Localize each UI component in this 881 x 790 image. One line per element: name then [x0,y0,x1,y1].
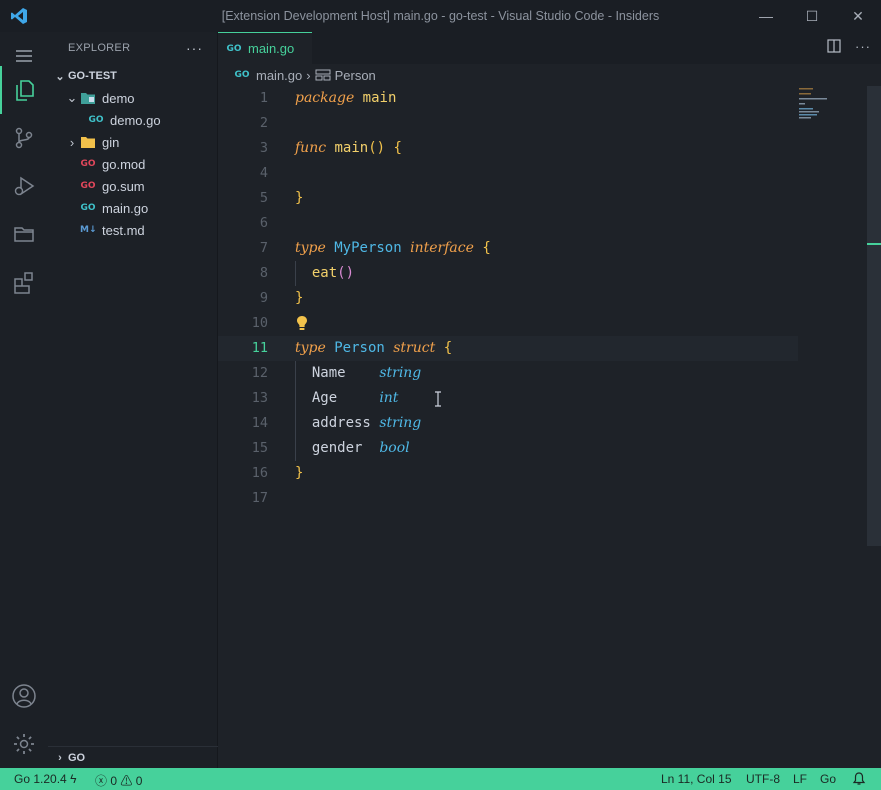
code-line[interactable]: 6 [218,211,798,236]
account-icon[interactable] [0,672,48,720]
folder-icon[interactable] [0,210,48,258]
go-section[interactable]: › GO [48,746,221,769]
code-editor[interactable]: 1 package main 2 3 func main() { 4 5} 6 7t… [218,86,881,768]
chevron-right-icon: › [58,752,62,764]
breadcrumb-symbol[interactable]: Person [335,68,376,83]
tree-item-demo[interactable]: ⌄ demo [48,87,233,109]
run-debug-icon[interactable] [0,162,48,210]
minimap[interactable] [799,86,871,186]
project-section[interactable]: ⌄ GO-TEST [48,65,221,87]
notifications-bell-icon[interactable] [852,772,866,786]
editor-actions: ··· [827,39,871,54]
split-editor-icon[interactable] [827,39,841,53]
breadcrumb-file[interactable]: main.go [256,68,302,83]
tree-item-gin[interactable]: › gin [48,131,233,153]
close-button[interactable]: ✕ [835,0,881,32]
go-file-icon: GO [234,70,250,80]
text-cursor-icon [435,391,441,407]
problems-status[interactable]: ⓧ 0 ⚠ 0 [95,772,142,789]
markdown-icon: M↓ [80,225,97,235]
maximize-button[interactable]: ☐ [789,0,835,32]
breadcrumb: GO main.go › Person [218,64,881,86]
eol-status[interactable]: LF [793,772,807,786]
code-line[interactable]: 1 package main [218,86,798,111]
go-file-icon: GO [226,43,242,54]
chevron-down-icon: ⌄ [66,90,78,105]
activity-bar [0,32,49,768]
folder-icon [81,137,95,148]
indent-guide [295,261,296,286]
go-version-status[interactable]: Go 1.20.4 ϟ [14,772,76,786]
code-line[interactable]: 14 address string [218,411,798,436]
code-line[interactable]: 2 [218,111,798,136]
cursor-position-status[interactable]: Ln 11, Col 15 [661,772,732,786]
more-actions-icon[interactable]: ··· [186,40,203,56]
code-line[interactable]: 12 Name string [218,361,798,386]
indent-guide [295,361,296,461]
code-line[interactable]: 16} [218,461,798,486]
status-bar: Go 1.20.4 ϟ ⓧ 0 ⚠ 0 Ln 11, Col 15 UTF-8 … [0,768,881,790]
settings-gear-icon[interactable] [0,720,48,768]
code-line[interactable]: 3 func main() { [218,136,798,161]
source-control-icon[interactable] [0,114,48,162]
explorer-icon[interactable] [0,66,48,114]
lightning-icon: ϟ [70,772,77,786]
code-line[interactable]: 8 eat() [218,261,798,286]
explorer-header: EXPLORER ··· [68,40,203,56]
language-mode-status[interactable]: Go [820,772,836,786]
warning-icon: ⚠ [120,774,133,788]
minimize-button[interactable]: — [743,0,789,32]
folder-open-icon [81,93,95,104]
code-line[interactable]: 7 type MyPerson interface { [218,236,798,261]
go-sum-icon: GO [80,181,96,191]
chevron-right-icon: › [306,67,311,83]
code-line[interactable]: 17 [218,486,798,511]
editor-area: GO main.go ··· GO main.go › Person 1 pack… [218,32,881,768]
code-line[interactable]: 13 Age int [218,386,798,411]
chevron-down-icon: ⌄ [55,70,65,83]
chevron-right-icon: › [69,134,75,150]
code-line[interactable]: 9} [218,286,798,311]
extensions-icon[interactable] [0,258,48,306]
go-mod-icon: GO [80,159,96,169]
error-icon: ⓧ [95,774,108,788]
explorer-sidebar: EXPLORER ··· ⌄ GO-TEST ⌄ demo GO demo.go… [48,32,221,769]
struct-symbol-icon [315,69,331,81]
more-actions-icon[interactable]: ··· [855,39,871,54]
title-bar: [Extension Development Host] main.go - g… [0,0,881,32]
go-file-icon: GO [88,115,104,125]
scrollbar-cursor-marker [867,243,881,245]
code-line[interactable]: 15 gender bool [218,436,798,461]
tab-main-go[interactable]: GO main.go [218,32,312,64]
code-line-current[interactable]: 11 type Person struct { [218,336,798,361]
tab-bar: GO main.go ··· [218,32,881,64]
lightbulb-icon[interactable] [296,315,308,331]
go-file-icon: GO [80,203,96,213]
code-line[interactable]: 5} [218,186,798,211]
code-line[interactable]: 10 [218,311,798,336]
vertical-scrollbar[interactable] [867,86,881,546]
code-line[interactable]: 4 [218,161,798,186]
encoding-status[interactable]: UTF-8 [746,772,780,786]
